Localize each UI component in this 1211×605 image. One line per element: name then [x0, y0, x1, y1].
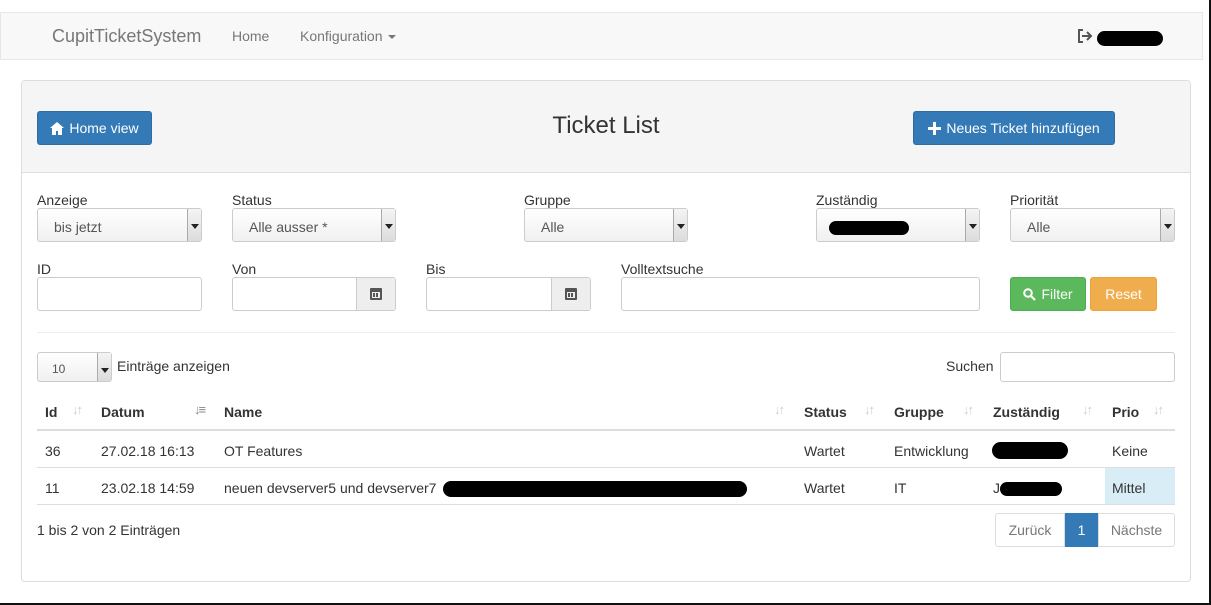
col-status[interactable]: Status — [804, 404, 847, 420]
filter-label: Filter — [1041, 286, 1073, 302]
cell-id: 36 — [45, 443, 61, 459]
id-input[interactable] — [37, 277, 202, 311]
divider — [37, 332, 1175, 333]
table-search-input[interactable] — [1000, 352, 1175, 382]
row-divider — [37, 467, 1175, 468]
cell-zustaendig: J — [993, 480, 1000, 496]
col-zustaendig[interactable]: Zuständig — [993, 404, 1060, 420]
zustaendig-label: Zuständig — [816, 192, 878, 208]
chevron-down-icon — [381, 209, 395, 241]
von-calendar-button[interactable] — [356, 278, 395, 310]
gruppe-label: Gruppe — [524, 192, 571, 208]
pagination-prev[interactable]: Zurück — [995, 513, 1065, 547]
sort-icon: ↓↑ — [72, 402, 83, 417]
cell-datum: 23.02.18 14:59 — [101, 480, 195, 496]
caret-down-icon — [387, 35, 396, 40]
prioritaet-value: Alle — [1027, 219, 1051, 235]
panel-heading: Home view Ticket List Neues Ticket hinzu… — [22, 81, 1190, 173]
anzeige-select[interactable]: bis jetzt — [37, 208, 202, 242]
chevron-down-icon — [97, 353, 111, 381]
sort-icon: ↓↑ — [963, 402, 974, 417]
page-size-select[interactable]: 10 — [37, 352, 112, 382]
col-gruppe[interactable]: Gruppe — [894, 404, 944, 420]
navbar: CupitTicketSystem Home Konfiguration — [0, 12, 1203, 60]
plus-icon — [928, 121, 942, 135]
cell-prio: Mittel — [1112, 480, 1146, 496]
chevron-down-icon — [187, 209, 201, 241]
new-ticket-label: Neues Ticket hinzufügen — [946, 120, 1100, 136]
von-input[interactable] — [232, 277, 396, 311]
brand[interactable]: CupitTicketSystem — [52, 26, 201, 47]
bis-input[interactable] — [426, 277, 591, 311]
pagination-page-1[interactable]: 1 — [1065, 513, 1098, 547]
filter-button[interactable]: Filter — [1010, 277, 1086, 311]
col-datum[interactable]: Datum — [101, 404, 145, 420]
anzeige-label: Anzeige — [37, 192, 88, 208]
gruppe-value: Alle — [541, 219, 565, 235]
col-id[interactable]: Id — [45, 404, 57, 420]
status-label: Status — [232, 192, 272, 208]
nav-konfiguration[interactable]: Konfiguration — [300, 28, 396, 44]
pagination-next[interactable]: Nächste — [1098, 513, 1175, 547]
reset-button[interactable]: Reset — [1090, 277, 1157, 311]
cell-prio: Keine — [1112, 443, 1148, 459]
cell-name: OT Features — [224, 443, 303, 459]
bis-label: Bis — [426, 261, 446, 277]
cell-status: Wartet — [804, 443, 845, 459]
status-value: Alle ausser * — [249, 219, 328, 235]
redacted-text — [443, 481, 747, 497]
sort-icon: ↓↑ — [864, 402, 875, 417]
cell-datum: 27.02.18 16:13 — [101, 443, 195, 459]
id-label: ID — [37, 261, 51, 277]
search-label: Suchen — [946, 358, 994, 374]
chevron-down-icon — [965, 209, 979, 241]
cell-id: 11 — [45, 480, 60, 496]
gruppe-select[interactable]: Alle — [524, 208, 688, 242]
redacted-assignee — [829, 221, 909, 235]
nav-konfiguration-label: Konfiguration — [300, 28, 383, 44]
status-select[interactable]: Alle ausser * — [232, 208, 396, 242]
cell-gruppe: IT — [894, 480, 907, 496]
sort-icon: ↓↑ — [774, 402, 785, 417]
sort-icon: ↓↑ — [1153, 402, 1164, 417]
calendar-icon — [565, 288, 577, 300]
table-info: 1 bis 2 von 2 Einträgen — [37, 522, 181, 538]
cell-gruppe: Entwicklung — [894, 443, 969, 459]
sort-desc-icon: ↓≡ — [194, 402, 206, 417]
sort-icon: ↓↑ — [1082, 402, 1093, 417]
von-label: Von — [232, 261, 257, 277]
page-size-value: 10 — [52, 362, 66, 376]
bis-calendar-button[interactable] — [551, 278, 590, 310]
redacted-assignee — [1000, 482, 1062, 496]
volltext-input[interactable] — [621, 277, 980, 311]
prioritaet-label: Priorität — [1010, 192, 1059, 208]
col-prio[interactable]: Prio — [1112, 404, 1139, 420]
volltext-label: Volltextsuche — [621, 261, 704, 277]
page-size-label: Einträge anzeigen — [117, 358, 230, 374]
nav-home[interactable]: Home — [232, 28, 269, 44]
reset-label: Reset — [1105, 286, 1142, 302]
anzeige-value: bis jetzt — [54, 219, 102, 235]
search-icon — [1023, 287, 1037, 301]
chevron-down-icon — [1160, 209, 1174, 241]
col-name[interactable]: Name — [224, 404, 262, 420]
redacted-assignee — [992, 442, 1068, 459]
zustaendig-select[interactable] — [816, 208, 980, 242]
prioritaet-select[interactable]: Alle — [1010, 208, 1175, 242]
table-header-divider — [37, 429, 1175, 431]
new-ticket-button[interactable]: Neues Ticket hinzufügen — [913, 111, 1115, 145]
chevron-down-icon — [673, 209, 687, 241]
row-divider — [37, 504, 1175, 505]
logout-icon[interactable] — [1077, 29, 1093, 43]
cell-status: Wartet — [804, 480, 845, 496]
calendar-icon — [370, 288, 382, 300]
ticket-panel: Home view Ticket List Neues Ticket hinzu… — [21, 80, 1191, 582]
redacted-username — [1097, 31, 1163, 46]
cell-name: neuen devserver5 und devserver7 — [224, 480, 437, 496]
